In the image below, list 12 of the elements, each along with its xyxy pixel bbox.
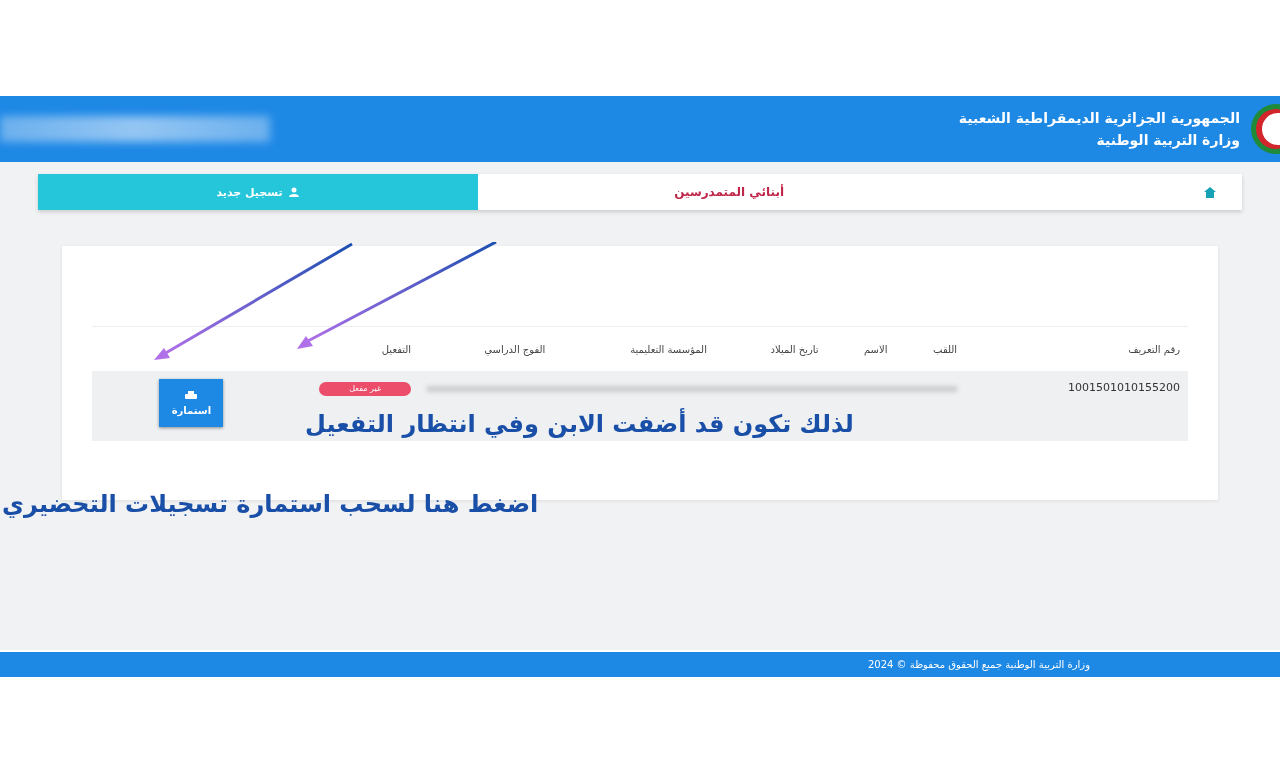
breadcrumb-current[interactable]: أبنائي المتمدرسين <box>674 185 784 199</box>
header-subtitle: وزارة التربية الوطنية <box>1096 132 1240 148</box>
user-plus-icon <box>288 187 300 197</box>
header-title: الجمهورية الجزائرية الديمقراطية الشعبية <box>958 110 1240 126</box>
status-badge: غير مفعل <box>319 382 412 396</box>
footer-text: وزارة التربية الوطنية جميع الحقوق محفوظة © 2024 <box>868 659 1090 670</box>
annotation-text: لذلك تكون قد أضفت الابن وفي انتظار التفعيل <box>305 410 854 438</box>
printer-icon <box>185 390 198 401</box>
table-cell: 1001501010155200 <box>965 371 1188 441</box>
home-icon[interactable] <box>1204 186 1216 198</box>
annotation-text: اضغط هنا لسحب استمارة تسجيلات التحضيري <box>2 490 539 518</box>
form-button[interactable]: استمارة <box>159 379 224 427</box>
